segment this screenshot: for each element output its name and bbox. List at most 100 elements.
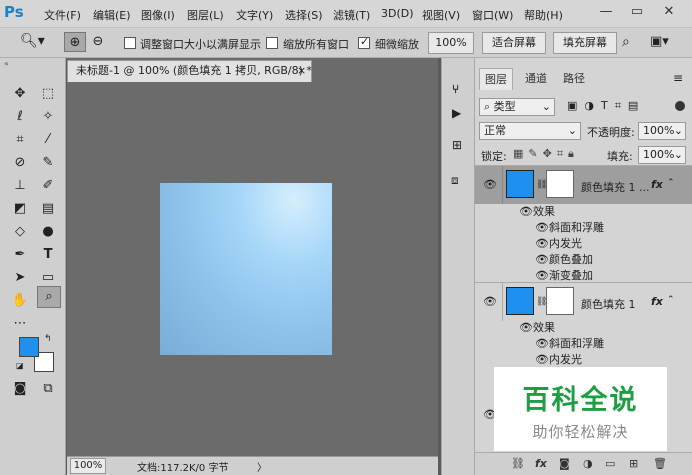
menu-select[interactable]: 选择(S) bbox=[285, 7, 323, 23]
layer-row[interactable]: 👁︎ ⛓︎ 颜色填充 1 fx ⌃ bbox=[475, 282, 692, 321]
close-button[interactable]: ✕ bbox=[656, 2, 682, 24]
gradient-tool-icon[interactable]: ▤ bbox=[37, 199, 59, 219]
blend-mode-select[interactable]: 正常 ⌄ bbox=[479, 122, 581, 140]
visibility-eye-icon[interactable]: 👁︎ bbox=[483, 178, 497, 191]
visibility-eye-icon[interactable]: 👁︎ bbox=[535, 221, 549, 234]
properties-panel-icon[interactable]: ⊞ bbox=[452, 138, 462, 152]
pen-tool-icon[interactable]: ✒ bbox=[9, 245, 31, 265]
actions-panel-icon[interactable]: ▶ bbox=[452, 106, 461, 120]
menu-help[interactable]: 帮助(H) bbox=[524, 7, 563, 23]
default-colors-icon[interactable]: ◪ bbox=[16, 361, 24, 370]
quick-mask-icon[interactable]: ◙ bbox=[9, 379, 31, 399]
zoom-out-icon[interactable]: ⊖ bbox=[87, 32, 109, 52]
history-brush-tool-icon[interactable]: ✐ bbox=[37, 176, 59, 196]
status-menu-arrow-icon[interactable]: 〉 bbox=[257, 459, 267, 474]
panel-collapse-icon[interactable]: « bbox=[4, 59, 9, 68]
filter-toggle-icon[interactable] bbox=[675, 101, 685, 111]
adjustments-panel-icon[interactable]: ⧈ bbox=[451, 173, 459, 188]
eraser-tool-icon[interactable]: ◩ bbox=[9, 199, 31, 219]
add-mask-icon[interactable]: ◙ bbox=[559, 457, 570, 470]
layer-kind-filter[interactable]: ⌕ 类型 ⌄ bbox=[479, 98, 555, 116]
link-layers-icon[interactable]: ⛓︎ bbox=[511, 457, 525, 470]
menu-image[interactable]: 图像(I) bbox=[141, 7, 175, 23]
effect-item[interactable]: 👁︎斜面和浮雕 bbox=[535, 335, 604, 351]
status-zoom-field[interactable]: 100% bbox=[70, 458, 106, 474]
close-tab-icon[interactable]: × bbox=[297, 61, 306, 81]
zoom-value-field[interactable]: 100% bbox=[428, 32, 474, 54]
scrubby-zoom-checkbox[interactable] bbox=[358, 35, 370, 49]
restore-button[interactable]: ▭ bbox=[624, 2, 650, 24]
expand-effects-icon[interactable]: ⌃ bbox=[667, 178, 675, 188]
workspace-icon[interactable]: ▣▾ bbox=[650, 34, 669, 49]
new-group-icon[interactable]: ▭ bbox=[605, 457, 615, 470]
minimize-button[interactable]: — bbox=[593, 2, 619, 24]
effect-item[interactable]: 👁︎颜色叠加 bbox=[535, 251, 593, 267]
lasso-tool-icon[interactable]: ℓ bbox=[9, 107, 31, 127]
add-style-icon[interactable]: fx bbox=[535, 457, 547, 470]
menu-window[interactable]: 窗口(W) bbox=[472, 7, 513, 23]
effect-item[interactable]: 👁︎内发光 bbox=[535, 235, 582, 251]
hand-tool-icon[interactable]: ✋ bbox=[9, 291, 31, 311]
visibility-eye-icon[interactable]: 👁︎ bbox=[535, 253, 549, 266]
effects-group[interactable]: 👁︎效果 bbox=[519, 203, 555, 219]
magic-wand-tool-icon[interactable]: ✧ bbox=[37, 107, 59, 127]
brush-tool-icon[interactable]: ✎ bbox=[37, 153, 59, 173]
menu-file[interactable]: 文件(F) bbox=[44, 7, 81, 23]
effect-item[interactable]: 👁︎斜面和浮雕 bbox=[535, 219, 604, 235]
search-icon[interactable]: ⌕ bbox=[622, 34, 630, 50]
visibility-eye-icon[interactable]: 👁︎ bbox=[519, 321, 533, 334]
delete-layer-icon[interactable]: 🗑︎ bbox=[653, 457, 667, 470]
menu-filter[interactable]: 滤镜(T) bbox=[333, 7, 370, 23]
visibility-eye-icon[interactable]: 👁︎ bbox=[535, 269, 549, 282]
healing-brush-tool-icon[interactable]: ⊘ bbox=[9, 153, 31, 173]
zoom-all-checkbox[interactable] bbox=[266, 37, 278, 49]
fx-icon[interactable]: fx bbox=[651, 178, 663, 191]
effect-item[interactable]: 👁︎内发光 bbox=[535, 351, 582, 367]
visibility-eye-icon[interactable]: 👁︎ bbox=[535, 353, 549, 366]
menu-edit[interactable]: 编辑(E) bbox=[93, 7, 131, 23]
zoom-tool-icon[interactable]: ⌕ bbox=[37, 286, 61, 308]
tab-channels[interactable]: 通道 bbox=[519, 68, 553, 90]
document-tab[interactable]: 未标题-1 @ 100% (颜色填充 1 拷贝, RGB/8) * × bbox=[67, 60, 312, 82]
zoom-tool-preset-icon[interactable]: 🔍︎▾ bbox=[20, 33, 45, 49]
blur-tool-icon[interactable]: ◇ bbox=[9, 222, 31, 242]
foreground-color-swatch[interactable] bbox=[19, 337, 39, 357]
menu-3d[interactable]: 3D(D) bbox=[381, 7, 414, 20]
canvas[interactable] bbox=[160, 183, 332, 355]
stamp-tool-icon[interactable]: ⊥ bbox=[9, 176, 31, 196]
type-tool-icon[interactable]: T bbox=[37, 245, 59, 265]
opacity-field[interactable]: 100% ⌄ bbox=[638, 122, 686, 140]
rectangle-tool-icon[interactable]: ▭ bbox=[37, 268, 59, 288]
move-tool-icon[interactable]: ✥ bbox=[9, 84, 31, 104]
eyedropper-tool-icon[interactable]: ⁄ bbox=[37, 130, 59, 150]
new-layer-icon[interactable]: ⊞ bbox=[629, 457, 638, 470]
menu-type[interactable]: 文字(Y) bbox=[236, 7, 273, 23]
effects-group[interactable]: 👁︎效果 bbox=[519, 319, 555, 335]
visibility-eye-icon[interactable]: 👁︎ bbox=[535, 337, 549, 350]
resize-windows-checkbox[interactable] bbox=[124, 37, 136, 49]
fill-field[interactable]: 100% ⌄ bbox=[638, 146, 686, 164]
menu-view[interactable]: 视图(V) bbox=[422, 7, 460, 23]
tab-paths[interactable]: 路径 bbox=[557, 68, 591, 90]
marquee-tool-icon[interactable]: ⬚ bbox=[37, 84, 59, 104]
more-tools-icon[interactable]: ⋯ bbox=[9, 314, 31, 334]
tab-layers[interactable]: 图层 bbox=[479, 68, 513, 90]
layer-row[interactable]: 👁︎ ⛓︎ 颜色填充 1 ... fx ⌃ bbox=[475, 166, 692, 204]
fx-icon[interactable]: fx bbox=[651, 295, 663, 308]
crop-tool-icon[interactable]: ⌗ bbox=[9, 130, 31, 150]
fit-screen-button[interactable]: 适合屏幕 bbox=[482, 32, 546, 54]
visibility-eye-icon[interactable]: 👁︎ bbox=[483, 295, 497, 308]
dodge-tool-icon[interactable]: ● bbox=[37, 222, 59, 242]
panel-menu-icon[interactable]: ≡ bbox=[673, 71, 683, 85]
swap-colors-icon[interactable]: ↰ bbox=[44, 334, 52, 344]
visibility-eye-icon[interactable]: 👁︎ bbox=[519, 205, 533, 218]
history-panel-icon[interactable]: ⑂ bbox=[452, 82, 459, 96]
visibility-eye-icon[interactable]: 👁︎ bbox=[535, 237, 549, 250]
zoom-in-icon[interactable]: ⊕ bbox=[64, 32, 86, 52]
fill-screen-button[interactable]: 填充屏幕 bbox=[553, 32, 617, 54]
menu-layer[interactable]: 图层(L) bbox=[187, 7, 224, 23]
effect-item[interactable]: 👁︎渐变叠加 bbox=[535, 267, 593, 283]
adjustment-layer-icon[interactable]: ◑ bbox=[583, 457, 593, 470]
layer-filter-icons[interactable]: ▣◑T⌗▤ bbox=[567, 99, 645, 113]
expand-effects-icon[interactable]: ⌃ bbox=[667, 295, 675, 305]
